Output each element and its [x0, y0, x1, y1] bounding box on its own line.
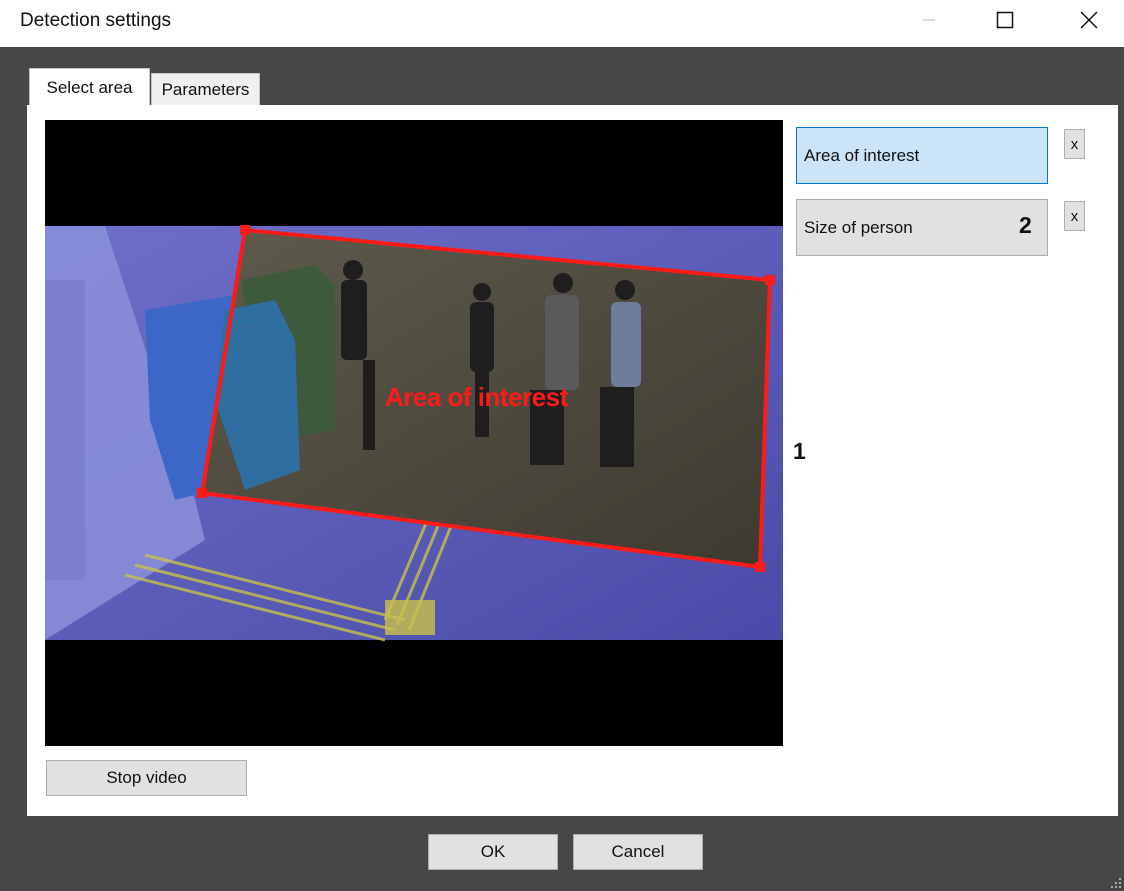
- tab-parameters[interactable]: Parameters: [151, 73, 260, 106]
- maximize-button[interactable]: [982, 0, 1028, 40]
- zone-item-label: Area of interest: [804, 145, 920, 165]
- window-title: Detection settings: [20, 10, 172, 31]
- zone-item-area-of-interest[interactable]: Area of interest: [796, 127, 1048, 184]
- video-frame: [45, 225, 783, 642]
- tab-select-area[interactable]: Select area: [29, 68, 150, 106]
- callout-number: 2: [1019, 212, 1032, 238]
- close-icon: [1080, 11, 1098, 29]
- resize-grip-icon[interactable]: [1110, 877, 1122, 889]
- callout-number: 1: [793, 438, 806, 464]
- minimize-button[interactable]: [906, 0, 952, 40]
- door: [45, 280, 85, 580]
- remove-zone-button[interactable]: x: [1064, 201, 1085, 231]
- title-bar: Detection settings: [0, 0, 1124, 47]
- tactile-tile: [385, 600, 435, 635]
- remove-zone-button[interactable]: x: [1064, 129, 1085, 159]
- minimize-icon: [923, 19, 935, 21]
- ok-button[interactable]: OK: [428, 834, 558, 870]
- cancel-button[interactable]: Cancel: [573, 834, 703, 870]
- video-preview[interactable]: Area of interest: [45, 120, 783, 746]
- area-of-interest-label: Area of interest: [385, 382, 568, 412]
- maximize-icon: [996, 11, 1014, 29]
- zone-item-size-of-person[interactable]: Size of person: [796, 199, 1048, 256]
- stop-video-button[interactable]: Stop video: [46, 760, 247, 796]
- close-button[interactable]: [1066, 0, 1112, 40]
- zone-item-label: Size of person: [804, 217, 913, 237]
